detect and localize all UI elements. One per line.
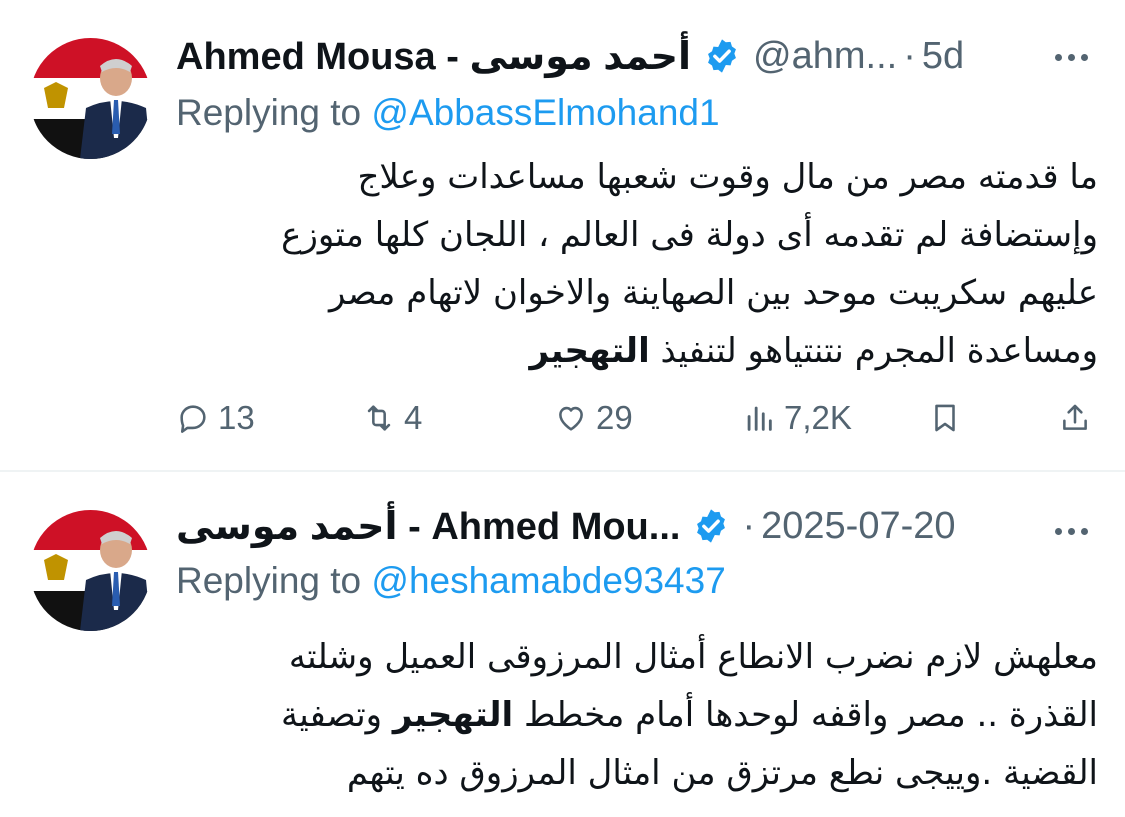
avatar[interactable] xyxy=(30,510,151,631)
text-line: ومساعدة المجرم نتنتياهو لتنفيذ التهجير xyxy=(176,322,1098,380)
repost-icon xyxy=(367,405,391,431)
hashtag-bold-text: التهجير xyxy=(529,331,650,371)
like-button[interactable]: 29 xyxy=(554,393,633,443)
share-icon xyxy=(1063,404,1087,430)
reply-mention-link[interactable]: @heshamabde93437 xyxy=(371,560,725,601)
text-segment: وتصفية xyxy=(281,695,383,735)
text-line: ما قدمته مصر من مال وقوت شعبها مساعدات و… xyxy=(357,157,1098,197)
text-line: القذرة .. مصر واقفه لوحدها أمام مخطط الت… xyxy=(176,686,1098,744)
verified-badge-icon xyxy=(708,39,736,73)
text-line: القضية .وييجى نطع مرتزق من امثال المرزوق… xyxy=(346,753,1098,793)
handle[interactable]: @ahm... xyxy=(753,35,897,78)
avatar-image xyxy=(30,38,151,159)
reply-mention-link[interactable]: @AbbassElmohand1 xyxy=(371,92,719,133)
bookmark-icon xyxy=(935,404,955,432)
tweet-header: Ahmed Mousa - أحمد موسى @ahm... · 5d xyxy=(176,26,1125,86)
replying-prefix: Replying to xyxy=(176,92,372,133)
text-line: وإستضافة لم تقدمه أى دولة فى العالم ، ال… xyxy=(281,215,1098,255)
reply-button[interactable]: 13 xyxy=(176,393,255,443)
separator-dot: · xyxy=(742,504,756,547)
avatar[interactable] xyxy=(30,38,151,159)
repost-count: 4 xyxy=(404,399,423,436)
tweet-text: معلهش لازم نضرب الانطاع أمثال المرزوقى ا… xyxy=(176,628,1098,802)
replying-prefix: Replying to xyxy=(176,560,372,601)
display-name[interactable]: Ahmed Mousa - أحمد موسى xyxy=(176,34,691,79)
text-line: معلهش لازم نضرب الانطاع أمثال المرزوقى ا… xyxy=(288,637,1098,677)
tweet-1[interactable]: Ahmed Mousa - أحمد موسى @ahm... · 5d Rep… xyxy=(0,0,1125,470)
text-segment: ومساعدة المجرم نتنتياهو لتنفيذ xyxy=(660,331,1098,371)
tweet-header: ...Ahmed Mou - أحمد موسى · 2025-07-20 xyxy=(176,496,1125,556)
like-icon xyxy=(559,406,583,431)
tweet-2[interactable]: ...Ahmed Mou - أحمد موسى · 2025-07-20 Re… xyxy=(0,472,1125,817)
text-segment: القذرة .. مصر واقفه لوحدها أمام مخطط xyxy=(523,695,1098,735)
reply-count: 13 xyxy=(218,399,255,436)
views-icon xyxy=(747,406,772,431)
text-line: عليهم سكريبت موحد بين الصهاينة والاخوان … xyxy=(328,273,1098,313)
timestamp[interactable]: 5d xyxy=(922,35,964,78)
views-button[interactable]: 7,2K xyxy=(742,393,852,443)
timestamp[interactable]: 2025-07-20 xyxy=(761,505,955,548)
separator-dot: · xyxy=(903,34,916,77)
tweet-text: ما قدمته مصر من مال وقوت شعبها مساعدات و… xyxy=(176,148,1098,380)
view-count: 7,2K xyxy=(784,399,852,436)
share-button[interactable] xyxy=(1058,393,1092,443)
reply-icon xyxy=(180,405,206,433)
replying-to: Replying to @AbbassElmohand1 xyxy=(176,92,720,134)
more-icon[interactable] xyxy=(1052,522,1091,540)
more-icon[interactable] xyxy=(1052,48,1091,66)
verified-badge-icon xyxy=(697,509,726,543)
repost-button[interactable]: 4 xyxy=(362,393,422,443)
hashtag-bold-text: التهجير xyxy=(392,695,514,735)
action-bar: 13 4 29 7,2K xyxy=(176,393,1096,443)
like-count: 29 xyxy=(596,399,633,436)
replying-to: Replying to @heshamabde93437 xyxy=(176,560,726,602)
display-name[interactable]: ...Ahmed Mou - أحمد موسى xyxy=(176,504,680,549)
avatar-image xyxy=(30,510,151,631)
bookmark-button[interactable] xyxy=(928,393,962,443)
